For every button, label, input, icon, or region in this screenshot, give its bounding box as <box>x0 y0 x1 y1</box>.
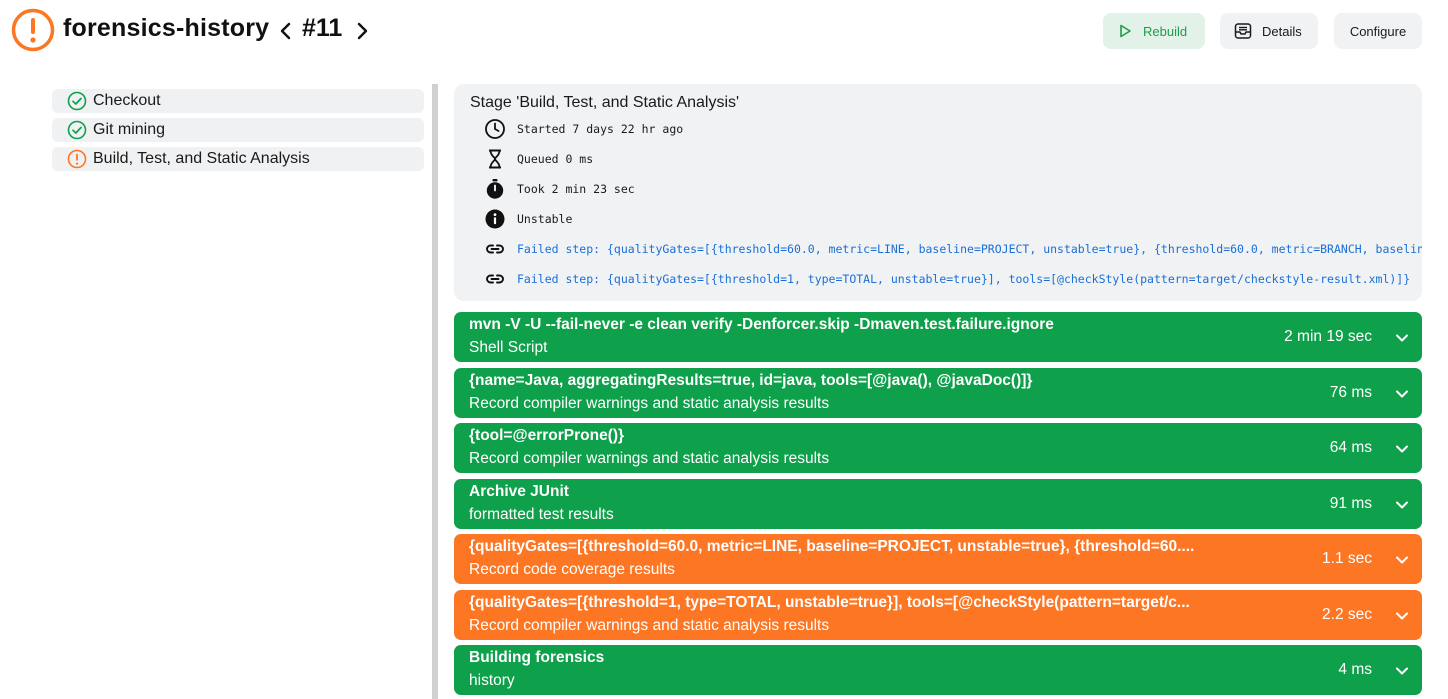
step-duration: 64 ms <box>1329 439 1372 456</box>
step-title: {tool=@errorProne()} <box>469 427 625 444</box>
queued-text: Queued 0 ms <box>517 152 594 166</box>
step-title: {name=Java, aggregatingResults=true, id=… <box>469 372 1033 389</box>
link-icon <box>486 244 504 254</box>
step-row[interactable]: {qualityGates=[{threshold=60.0, metric=L… <box>454 534 1422 584</box>
step-duration: 1.1 sec <box>1322 550 1372 567</box>
step-subtitle: Shell Script <box>469 339 548 356</box>
step-duration: 4 ms <box>1338 661 1372 678</box>
warning-circle-icon <box>67 149 87 169</box>
details-label: Details <box>1262 23 1302 39</box>
rebuild-label: Rebuild <box>1143 23 1188 39</box>
step-duration: 76 ms <box>1329 384 1372 401</box>
step-title: {qualityGates=[{threshold=60.0, metric=L… <box>469 538 1195 555</box>
failed-step-text: Failed step: {qualityGates=[{threshold=6… <box>517 242 1422 256</box>
rebuild-button[interactable]: Rebuild <box>1103 13 1205 49</box>
chevron-down-icon[interactable] <box>1394 497 1410 513</box>
step-row[interactable]: {qualityGates=[{threshold=1, type=TOTAL,… <box>454 590 1422 640</box>
link-icon <box>486 274 504 284</box>
step-title: Archive JUnit <box>469 483 569 500</box>
check-circle-icon <box>67 91 87 111</box>
step-subtitle: Record code coverage results <box>469 561 675 578</box>
step-duration: 91 ms <box>1329 495 1372 512</box>
chevron-right-icon[interactable] <box>352 18 372 44</box>
chevron-down-icon[interactable] <box>1394 608 1410 624</box>
configure-button[interactable]: Configure <box>1334 13 1422 49</box>
step-subtitle: history <box>469 672 515 689</box>
inbox-icon <box>1234 23 1252 39</box>
started-row: Started 7 days 22 hr ago <box>484 118 683 140</box>
queued-row: Queued 0 ms <box>484 148 593 170</box>
started-text: Started 7 days 22 hr ago <box>517 122 684 136</box>
step-title: {qualityGates=[{threshold=1, type=TOTAL,… <box>469 594 1190 611</box>
took-text: Took 2 min 23 sec <box>517 182 635 196</box>
stage-item-build-test-static-analysis[interactable]: Build, Test, and Static Analysis <box>52 147 424 171</box>
step-row[interactable]: {tool=@errorProne()} Record compiler war… <box>454 423 1422 473</box>
failed-step-link-2[interactable]: Failed step: {qualityGates=[{threshold=1… <box>484 268 1410 290</box>
failed-step-link-1[interactable]: Failed step: {qualityGates=[{threshold=6… <box>484 238 1422 260</box>
configure-label: Configure <box>1349 23 1407 39</box>
stopwatch-icon <box>486 179 504 199</box>
stage-item-checkout[interactable]: Checkout <box>52 89 424 113</box>
pane-divider[interactable] <box>432 84 438 699</box>
stage-label: Build, Test, and Static Analysis <box>93 150 310 167</box>
chevron-down-icon[interactable] <box>1394 663 1410 679</box>
stage-label: Checkout <box>93 92 161 109</box>
result-text: Unstable <box>517 212 573 226</box>
details-button[interactable]: Details <box>1220 13 1318 49</box>
chevron-down-icon[interactable] <box>1394 441 1410 457</box>
step-title: mvn -V -U --fail-never -e clean verify -… <box>469 316 1054 333</box>
header: forensics-history #11 Rebuild Details Co… <box>0 0 1448 62</box>
step-row[interactable]: mvn -V -U --fail-never -e clean verify -… <box>454 312 1422 362</box>
stage-label: Git mining <box>93 121 166 138</box>
stage-details-panel: Stage 'Build, Test, and Static Analysis'… <box>454 84 1422 301</box>
warning-circle-icon <box>11 8 55 52</box>
step-subtitle: Record compiler warnings and static anal… <box>469 617 830 634</box>
step-row[interactable]: Building forensics history 4 ms <box>454 645 1422 695</box>
step-row[interactable]: Archive JUnit formatted test results 91 … <box>454 479 1422 529</box>
step-duration: 2.2 sec <box>1322 606 1372 623</box>
step-subtitle: formatted test results <box>469 506 614 523</box>
play-icon <box>1120 24 1131 38</box>
clock-icon <box>485 119 505 139</box>
chevron-left-icon[interactable] <box>276 18 296 44</box>
check-circle-icon <box>67 120 87 140</box>
build-number: #11 <box>302 14 343 42</box>
failed-step-text: Failed step: {qualityGates=[{threshold=1… <box>517 272 1411 286</box>
info-icon <box>485 209 505 229</box>
chevron-down-icon[interactable] <box>1394 330 1410 346</box>
result-row: Unstable <box>484 208 572 230</box>
step-subtitle: Record compiler warnings and static anal… <box>469 450 830 467</box>
chevron-down-icon[interactable] <box>1394 552 1410 568</box>
step-subtitle: Record compiler warnings and static anal… <box>469 395 830 412</box>
hourglass-icon <box>489 149 501 169</box>
chevron-down-icon[interactable] <box>1394 386 1410 402</box>
stage-title: Stage 'Build, Test, and Static Analysis' <box>470 94 740 111</box>
stage-item-git-mining[interactable]: Git mining <box>52 118 424 142</box>
step-duration: 2 min 19 sec <box>1284 328 1372 345</box>
step-row[interactable]: {name=Java, aggregatingResults=true, id=… <box>454 368 1422 418</box>
job-title[interactable]: forensics-history <box>63 14 269 43</box>
step-title: Building forensics <box>469 649 605 666</box>
took-row: Took 2 min 23 sec <box>484 178 635 200</box>
